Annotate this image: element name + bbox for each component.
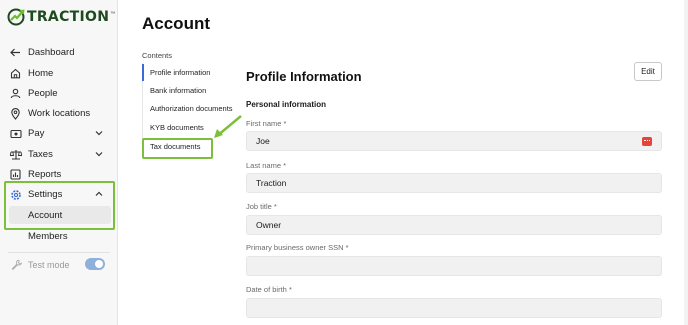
date-of-birth-field[interactable] — [246, 298, 662, 318]
sidebar-item-taxes[interactable]: Taxes — [9, 146, 113, 163]
first-name-label: First name * — [246, 119, 287, 128]
sidebar-item-pay[interactable]: Pay — [9, 125, 113, 142]
profile-information-title: Profile Information — [246, 69, 362, 84]
personal-information-heading: Personal information — [246, 100, 327, 109]
chevron-down-icon[interactable] — [95, 149, 103, 160]
contents-item-label: KYB documents — [150, 123, 204, 132]
sidebar-item-label: Taxes — [28, 149, 53, 160]
tax-documents-highlight-box — [142, 138, 213, 159]
home-icon — [9, 67, 22, 80]
sidebar-item-label: Reports — [28, 169, 62, 180]
settings-highlight-box — [4, 181, 115, 230]
last-name-label: Last name * — [246, 161, 287, 170]
toggle-knob — [95, 260, 103, 268]
user-icon — [9, 87, 22, 100]
contents-label: Contents — [142, 51, 173, 60]
contents-item-profile-information[interactable]: Profile information — [142, 64, 242, 81]
sidebar-item-label: Pay — [28, 128, 45, 139]
money-icon — [9, 127, 22, 140]
sidebar-item-label: Work locations — [28, 108, 91, 119]
sidebar: TRACTION ™ Dashboard Home People Work lo… — [0, 0, 118, 325]
autofill-icon[interactable] — [642, 137, 652, 146]
pointer-arrow-icon — [214, 115, 242, 138]
job-title-field[interactable]: Owner — [246, 215, 662, 235]
scrollbar[interactable] — [684, 0, 688, 325]
ssn-field[interactable] — [246, 256, 662, 276]
logo-text: TRACTION — [27, 9, 110, 25]
test-mode: Test mode — [11, 257, 70, 272]
ssn-label: Primary business owner SSN * — [246, 243, 349, 252]
location-pin-icon — [9, 107, 22, 120]
sidebar-item-label: People — [28, 88, 58, 99]
sidebar-item-label: Dashboard — [28, 47, 75, 58]
sidebar-item-home[interactable]: Home — [9, 65, 113, 82]
test-mode-toggle[interactable] — [85, 258, 105, 270]
arrow-left-icon — [9, 46, 22, 59]
scale-icon — [9, 148, 22, 161]
job-title-label: Job title * — [246, 202, 277, 211]
job-title-value: Owner — [256, 220, 282, 230]
sidebar-item-label: Home — [28, 68, 54, 79]
sidebar-item-people[interactable]: People — [9, 85, 113, 102]
contents-item-label: Authorization documents — [150, 104, 233, 113]
edit-button[interactable]: Edit — [634, 62, 662, 81]
report-icon — [9, 168, 22, 181]
sidebar-item-work-locations[interactable]: Work locations — [9, 105, 113, 122]
sidebar-divider — [8, 252, 110, 253]
contents-item-label: Profile information — [150, 68, 211, 77]
test-mode-label: Test mode — [28, 259, 70, 270]
contents-item-bank-information[interactable]: Bank information — [142, 82, 242, 99]
traction-logo[interactable]: TRACTION ™ — [7, 8, 115, 26]
logo-trademark: ™ — [110, 10, 116, 17]
sidebar-subitem-label: Members — [28, 230, 68, 242]
wrench-icon — [11, 259, 22, 270]
last-name-value: Traction — [256, 178, 287, 188]
dollar-chart-icon — [7, 8, 25, 26]
first-name-field[interactable]: Joe — [246, 131, 662, 151]
date-of-birth-label: Date of birth * — [246, 285, 292, 294]
contents-item-label: Bank information — [150, 86, 207, 95]
last-name-field[interactable]: Traction — [246, 173, 662, 193]
first-name-value: Joe — [256, 136, 270, 146]
chevron-down-icon[interactable] — [95, 128, 103, 139]
sidebar-item-dashboard[interactable]: Dashboard — [9, 44, 113, 61]
page-title: Account — [142, 14, 210, 33]
